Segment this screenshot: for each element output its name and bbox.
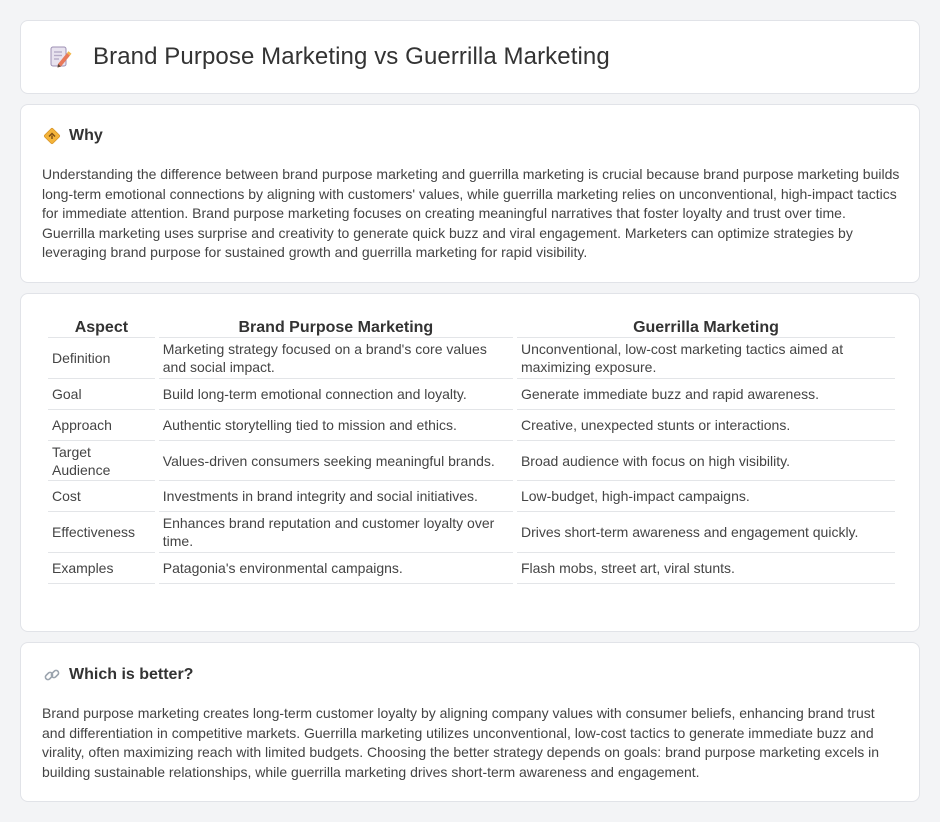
header-aspect: Aspect [48,314,155,338]
cell-guerrilla: Broad audience with focus on high visibi… [516,441,895,481]
cell-guerrilla: Low-budget, high-impact campaigns. [516,481,895,512]
comparison-card: Aspect Brand Purpose Marketing Guerrilla… [20,293,920,632]
table-row: Definition Marketing strategy focused on… [48,338,895,379]
cell-aspect: Cost [48,481,155,512]
link-icon [44,669,60,681]
why-body: Understanding the difference between bra… [42,166,900,261]
cell-brand-purpose: Marketing strategy focused on a brand's … [158,338,513,379]
why-heading: Why [43,127,103,145]
cell-brand-purpose: Build long-term emotional connection and… [158,379,513,410]
cell-brand-purpose: Enhances brand reputation and customer l… [158,512,513,553]
table-row: Goal Build long-term emotional connectio… [48,379,895,410]
cell-guerrilla: Unconventional, low-cost marketing tacti… [516,338,895,379]
better-body: Brand purpose marketing creates long-ter… [42,705,880,780]
cell-guerrilla: Drives short-term awareness and engageme… [516,512,895,553]
table-header-row: Aspect Brand Purpose Marketing Guerrilla… [48,314,895,338]
header-brand-purpose: Brand Purpose Marketing [158,314,513,338]
cell-aspect: Definition [48,338,155,379]
better-title: Which is better? [69,666,194,683]
better-heading: Which is better? [43,666,193,684]
cell-brand-purpose: Authentic storytelling tied to mission a… [158,410,513,441]
why-title: Why [69,127,103,144]
comparison-table: Aspect Brand Purpose Marketing Guerrilla… [44,314,899,584]
page-title: Brand Purpose Marketing vs Guerrilla Mar… [93,43,610,70]
cell-aspect: Goal [48,379,155,410]
table-row: Effectiveness Enhances brand reputation … [48,512,895,553]
cell-guerrilla: Creative, unexpected stunts or interacti… [516,410,895,441]
cell-guerrilla: Flash mobs, street art, viral stunts. [516,553,895,584]
diamond-sign-icon [44,128,60,144]
cell-aspect: Effectiveness [48,512,155,553]
cell-brand-purpose: Values-driven consumers seeking meaningf… [158,441,513,481]
cell-brand-purpose: Patagonia's environmental campaigns. [158,553,513,584]
why-card: Why Understanding the difference between… [20,104,920,283]
table-row: Cost Investments in brand integrity and … [48,481,895,512]
title-card: Brand Purpose Marketing vs Guerrilla Mar… [20,20,920,94]
which-is-better-card: Which is better? Brand purpose marketing… [20,642,920,802]
title-row: Brand Purpose Marketing vs Guerrilla Mar… [47,43,610,71]
cell-aspect: Target Audience [48,441,155,481]
cell-aspect: Approach [48,410,155,441]
table-row: Approach Authentic storytelling tied to … [48,410,895,441]
document-pencil-icon [50,46,72,68]
header-guerrilla: Guerrilla Marketing [516,314,895,338]
table-row: Examples Patagonia's environmental campa… [48,553,895,584]
table-row: Target Audience Values-driven consumers … [48,441,895,481]
cell-aspect: Examples [48,553,155,584]
cell-brand-purpose: Investments in brand integrity and socia… [158,481,513,512]
cell-guerrilla: Generate immediate buzz and rapid awaren… [516,379,895,410]
